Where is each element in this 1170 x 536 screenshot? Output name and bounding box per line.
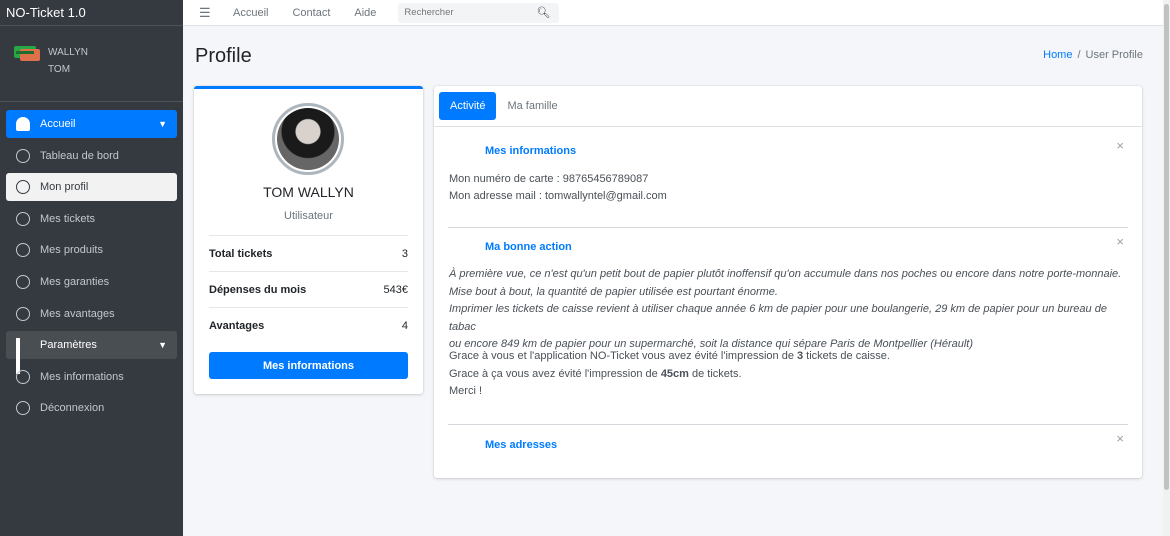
sidebar-item-label: Déconnexion xyxy=(40,402,105,415)
sidebar-item-label: Accueil xyxy=(40,118,76,130)
user-first-name[interactable]: WALLYN xyxy=(48,44,88,61)
user-panel: WALLYN TOM xyxy=(0,26,183,102)
breadcrumb: Home / User Profile xyxy=(1043,49,1143,61)
search-box: 🔍︎ xyxy=(398,2,560,23)
scrollbar-thumb[interactable] xyxy=(1164,4,1169,490)
dashboard-icon xyxy=(16,117,30,131)
circle-icon xyxy=(16,401,30,416)
search-input[interactable] xyxy=(398,7,529,18)
sidebar-item-deconnexion[interactable]: Déconnexion xyxy=(6,394,177,422)
profile-name: TOM WALLYN xyxy=(263,184,354,200)
card-number-line: Mon numéro de carte : 98765456789087 xyxy=(449,173,649,185)
close-icon[interactable]: × xyxy=(1116,234,1124,249)
sidebar-item-mes-informations[interactable]: Mes informations xyxy=(6,363,177,391)
stat-total-tickets: Total tickets 3 xyxy=(209,235,408,271)
sidebar-nav: Accueil ▼ Tableau de bord Mon profil Mes… xyxy=(0,102,183,434)
tabs: Activité Ma famille xyxy=(434,86,1142,127)
stat-label: Dépenses du mois xyxy=(209,283,307,296)
profile-role: Utilisateur xyxy=(284,210,333,222)
stat-depenses-du-mois: Dépenses du mois 543€ xyxy=(209,271,408,307)
section-title: Mes adresses xyxy=(485,439,558,451)
section-divider xyxy=(448,424,1128,425)
sidebar-item-tableau-de-bord[interactable]: Tableau de bord xyxy=(6,142,177,170)
nav-link-accueil[interactable]: Accueil xyxy=(233,7,268,19)
sidebar-item-label: Tableau de bord xyxy=(40,149,119,162)
nav-link-aide[interactable]: Aide xyxy=(354,7,376,19)
action-paragraph: Mise bout à bout, la quantité de papier … xyxy=(449,285,778,298)
chevron-down-icon: ▼ xyxy=(158,119,167,129)
breadcrumb-current: User Profile xyxy=(1085,49,1143,61)
sidebar-item-mes-tickets[interactable]: Mes tickets xyxy=(6,205,177,233)
sidebar-item-parametres[interactable]: Paramètres ▼ xyxy=(6,331,177,375)
tab-activite[interactable]: Activité xyxy=(439,92,497,120)
chevron-down-icon: ▼ xyxy=(158,340,167,351)
circle-icon xyxy=(16,274,30,289)
sidebar-item-label: Mes informations xyxy=(40,370,124,383)
circle-icon xyxy=(16,243,30,258)
section-mes-adresses: Mes adresses × xyxy=(448,431,1128,462)
mes-informations-button[interactable]: Mes informations xyxy=(209,352,408,379)
sidebar-item-mes-avantages[interactable]: Mes avantages xyxy=(6,300,177,328)
sidebar-item-mes-garanties[interactable]: Mes garanties xyxy=(6,268,177,296)
circle-icon xyxy=(16,211,30,226)
stat-value: 543€ xyxy=(383,283,408,296)
menu-toggle-icon[interactable]: ☰ xyxy=(199,5,211,21)
section-divider xyxy=(448,227,1128,228)
avatar xyxy=(272,103,344,175)
sidebar: NO-Ticket 1.0 WALLYN TOM Accueil ▼ Table… xyxy=(0,0,183,536)
stat-avantages: Avantages 4 xyxy=(209,307,408,343)
sidebar-item-label: Mes tickets xyxy=(40,212,96,225)
stat-value: 4 xyxy=(401,319,408,332)
app-title[interactable]: NO-Ticket 1.0 xyxy=(0,0,183,26)
search-icon[interactable]: 🔍︎ xyxy=(536,6,550,19)
stat-value: 3 xyxy=(401,247,408,260)
section-mes-informations: Mes informations × Mon numéro de carte :… xyxy=(448,138,1128,218)
action-paragraph: Imprimer les tickets de caisse revient à… xyxy=(449,303,1107,333)
thanks-line: Grace à vous et l'application NO-Ticket … xyxy=(449,350,890,362)
section-title: Mes informations xyxy=(485,145,577,157)
sidebar-item-mon-profil[interactable]: Mon profil xyxy=(6,173,177,202)
card-number-value: 98765456789087 xyxy=(562,173,649,185)
action-paragraph: À première vue, ce n'est qu'un petit bou… xyxy=(449,268,1122,280)
sidebar-item-label: Paramètres xyxy=(40,339,97,352)
circle-icon xyxy=(16,306,30,321)
sidebar-item-label: Mes produits xyxy=(40,244,103,257)
page-scrollbar[interactable] xyxy=(1163,0,1170,536)
breadcrumb-separator: / xyxy=(1077,49,1081,61)
email-line: Mon adresse mail : tomwallyntel@gmail.co… xyxy=(449,190,667,202)
sidebar-item-mes-produits[interactable]: Mes produits xyxy=(6,236,177,264)
activity-card: Activité Ma famille Mes informations × M… xyxy=(434,86,1142,478)
breadcrumb-home-link[interactable]: Home xyxy=(1043,49,1072,61)
top-navbar: ☰ Accueil Contact Aide 🔍︎ xyxy=(183,0,1170,26)
profile-card: TOM WALLYN Utilisateur Total tickets 3 D… xyxy=(194,86,423,394)
close-icon[interactable]: × xyxy=(1116,138,1124,153)
tab-ma-famille[interactable]: Ma famille xyxy=(496,92,568,120)
stat-label: Total tickets xyxy=(209,247,273,260)
circle-icon xyxy=(16,148,30,163)
section-ma-bonne-action: Ma bonne action × À première vue, ce n'e… xyxy=(448,234,1128,406)
sidebar-item-label: Mon profil xyxy=(40,181,89,194)
close-icon[interactable]: × xyxy=(1116,431,1124,446)
circle-icon xyxy=(16,180,30,195)
nav-link-contact[interactable]: Contact xyxy=(292,7,330,19)
sidebar-item-label: Mes avantages xyxy=(40,307,115,320)
stat-label: Avantages xyxy=(209,319,265,332)
page-title: Profile xyxy=(195,45,252,67)
email-value: tomwallyntel@gmail.com xyxy=(544,190,667,202)
thanks-line: Grace à ça vous avez évité l'impression … xyxy=(449,367,742,380)
section-title: Ma bonne action xyxy=(485,241,572,253)
circle-icon xyxy=(16,369,30,384)
sidebar-item-label: Mes garanties xyxy=(40,275,110,288)
user-last-name[interactable]: TOM xyxy=(48,61,88,78)
grid-icon xyxy=(16,338,30,375)
sidebar-item-accueil[interactable]: Accueil ▼ xyxy=(6,110,177,138)
user-logo-icon xyxy=(14,46,40,62)
thanks-line: Merci ! xyxy=(449,385,482,397)
